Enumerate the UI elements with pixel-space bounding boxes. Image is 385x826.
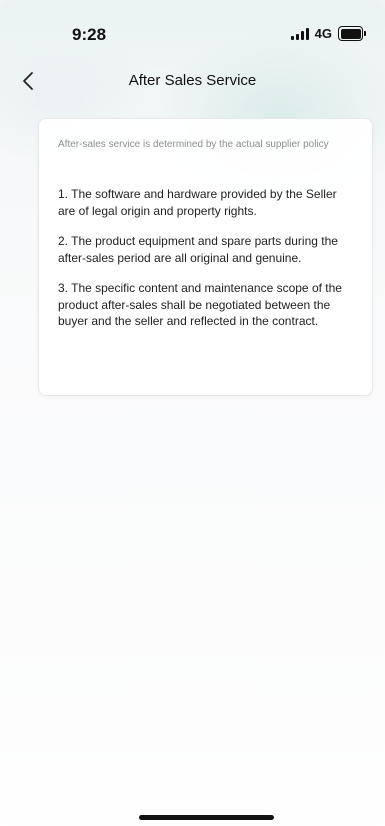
page-title: After Sales Service (128, 72, 257, 89)
status-bar: 9:28 4G (0, 0, 385, 50)
signal-icon (290, 27, 309, 40)
battery-icon (338, 26, 366, 41)
after-sales-card: After-sales service is determined by the… (38, 118, 373, 396)
supplier-policy-note: After-sales service is determined by the… (58, 139, 329, 150)
service-term-3: 3. The specific content and maintenance … (58, 281, 342, 328)
navigation-bar: After Sales Service (0, 62, 385, 98)
network-label: 4G (314, 26, 332, 41)
status-time: 9:28 (72, 25, 107, 44)
status-indicators: 4G (290, 26, 366, 41)
service-term-1: 1. The software and hardware provided by… (58, 187, 337, 218)
service-term-2: 2. The product equipment and spare parts… (58, 234, 338, 265)
app-screen: 9:28 4G After Sales Service After-sales … (0, 0, 385, 826)
home-indicator[interactable] (139, 815, 274, 820)
